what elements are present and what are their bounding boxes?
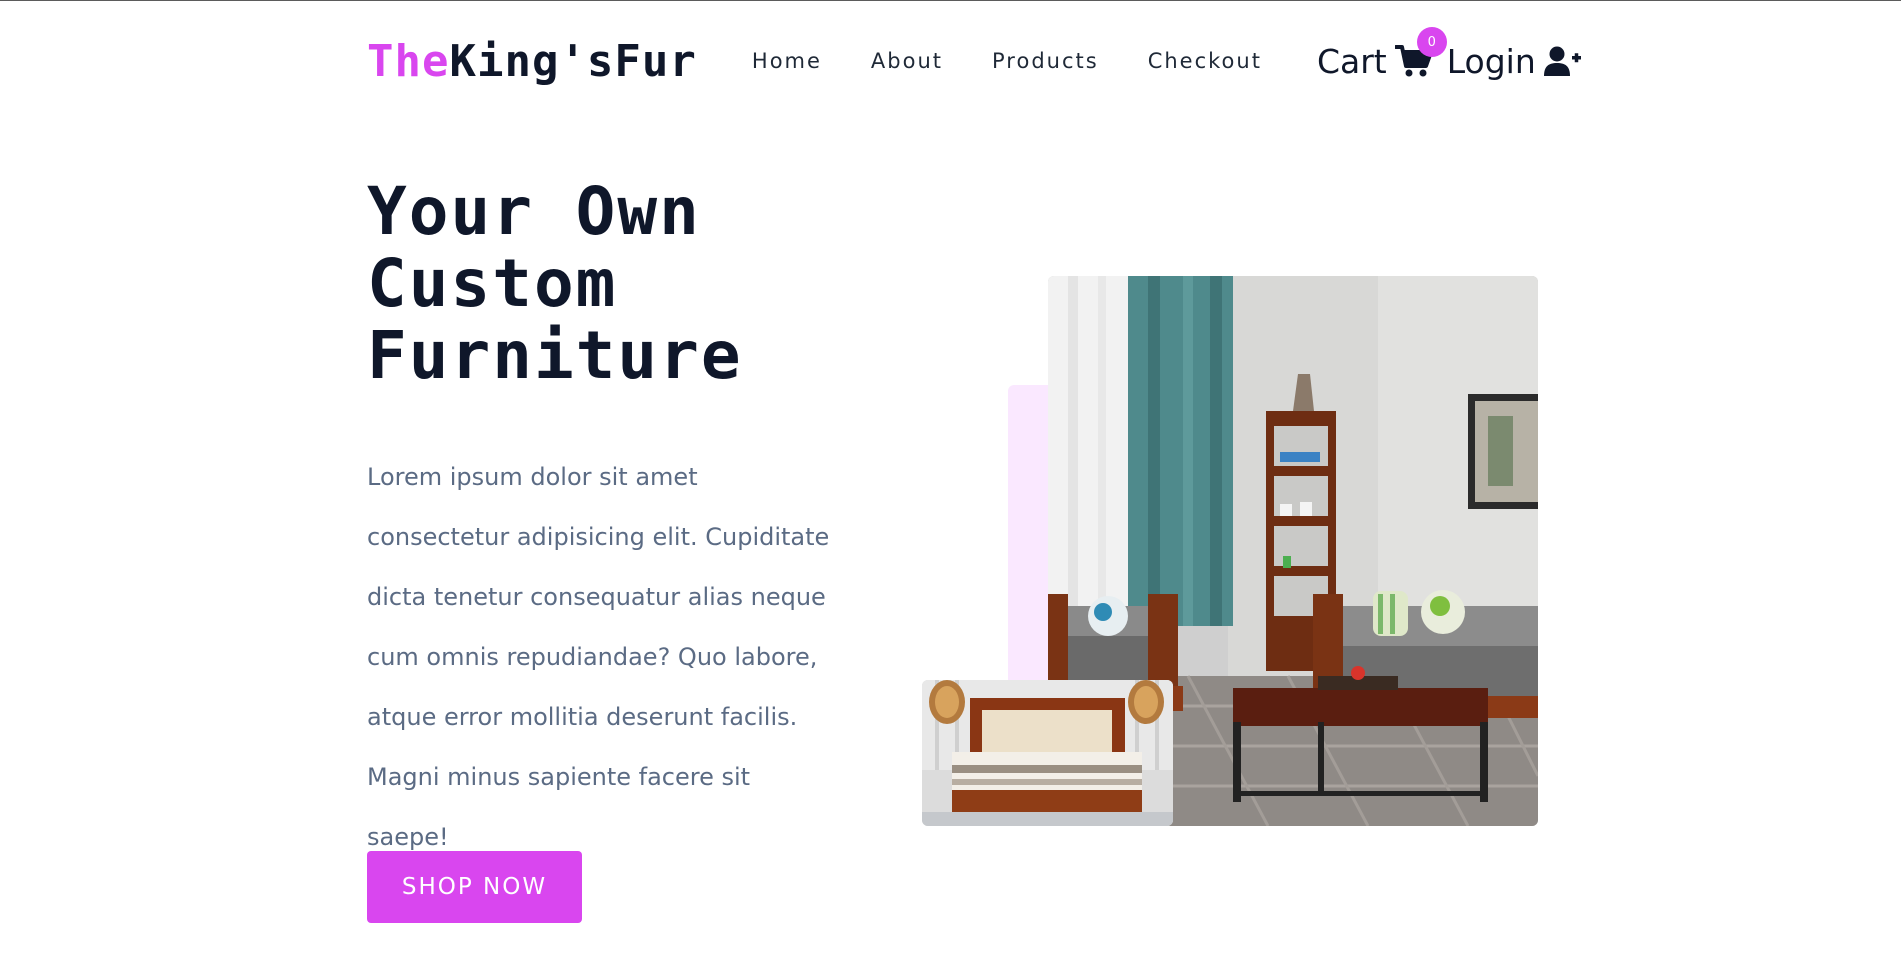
hero-title-line: Furniture [367, 317, 743, 394]
hero-title-line: Custom [367, 245, 618, 322]
nav-link-products[interactable]: Products [992, 49, 1099, 73]
navbar: TheKing'sFur Home About Products Checkou… [367, 27, 1581, 92]
cart-button[interactable]: 0 [1394, 27, 1447, 78]
cart-count-badge: 0 [1416, 27, 1447, 57]
cart-link[interactable]: Cart [1317, 42, 1387, 81]
nav-link-about[interactable]: About [871, 49, 943, 73]
shop-now-button[interactable]: SHOP NOW [367, 851, 582, 923]
bedroom-image [922, 680, 1173, 826]
logo-suffix: King'sFur [449, 35, 697, 87]
hero-title: Your Own Custom Furniture [367, 176, 847, 392]
nav-actions: Cart 0 Login [1317, 27, 1582, 81]
hero-title-line: Your Own [367, 173, 701, 250]
logo-prefix: The [367, 35, 450, 87]
hero-description: Lorem ipsum dolor sit amet consectetur a… [367, 463, 830, 851]
nav-link-home[interactable]: Home [752, 49, 822, 73]
logo[interactable]: TheKing'sFur [367, 36, 697, 87]
nav-link-checkout[interactable]: Checkout [1148, 49, 1262, 73]
login-link[interactable]: Login [1447, 42, 1536, 81]
nav-links: Home About Products Checkout [752, 49, 1262, 73]
top-divider [0, 0, 1901, 1]
user-plus-icon[interactable] [1543, 45, 1582, 77]
